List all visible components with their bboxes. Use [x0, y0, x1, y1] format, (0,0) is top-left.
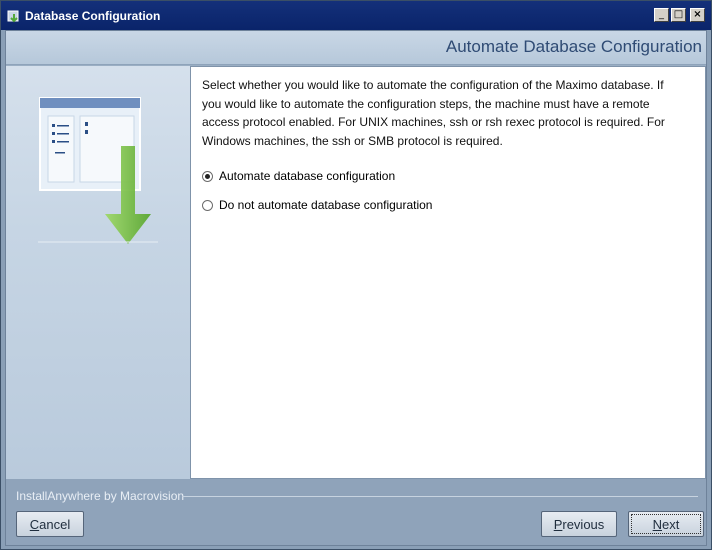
- footer-bar: InstallAnywhere by Macrovision Cancel Pr…: [6, 479, 706, 545]
- option-automate[interactable]: Automate database configuration: [202, 169, 395, 183]
- previous-button[interactable]: Previous: [541, 511, 617, 537]
- cancel-mnemonic: C: [29, 516, 40, 532]
- next-mnemonic: N: [652, 516, 663, 532]
- radio-automate[interactable]: [202, 170, 213, 182]
- option-do-not-automate[interactable]: Do not automate database configuration: [202, 198, 432, 212]
- page-title: Automate Database Configuration: [445, 37, 702, 56]
- option-automate-label: Automate database configuration: [219, 169, 396, 183]
- previous-label-rest: revious: [562, 516, 605, 532]
- cancel-label-rest: ancel: [39, 516, 71, 532]
- database-setup-graphic: [38, 97, 158, 244]
- previous-mnemonic: P: [553, 516, 563, 532]
- maximize-button[interactable]: □: [671, 8, 686, 22]
- minimize-button[interactable]: _: [654, 8, 669, 22]
- next-label-rest: ext: [662, 516, 680, 532]
- footer-divider: [182, 496, 698, 497]
- cancel-button[interactable]: Cancel: [16, 511, 84, 537]
- window-title: Database Configuration: [25, 8, 161, 23]
- close-button[interactable]: ×: [690, 8, 705, 22]
- window-controls: _ □ ×: [654, 8, 705, 22]
- side-graphic-panel: [6, 66, 190, 479]
- header-band: Automate Database Configuration: [6, 31, 706, 65]
- title-bar[interactable]: Database Configuration _ □ ×: [1, 1, 711, 30]
- radio-do-not-automate[interactable]: [202, 199, 213, 211]
- description-text: Select whether you would like to automat…: [202, 78, 665, 148]
- installer-app-icon: [7, 10, 19, 22]
- next-button[interactable]: Next: [628, 511, 704, 537]
- wizard-frame: Automate Database Configuration Select w…: [5, 30, 707, 546]
- option-do-not-automate-label: Do not automate database configuration: [219, 198, 433, 212]
- content-pane: Select whether you would like to automat…: [190, 66, 706, 479]
- installer-window: Database Configuration _ □ × Automate Da…: [0, 0, 712, 550]
- brand-label: InstallAnywhere by Macrovision: [16, 489, 185, 503]
